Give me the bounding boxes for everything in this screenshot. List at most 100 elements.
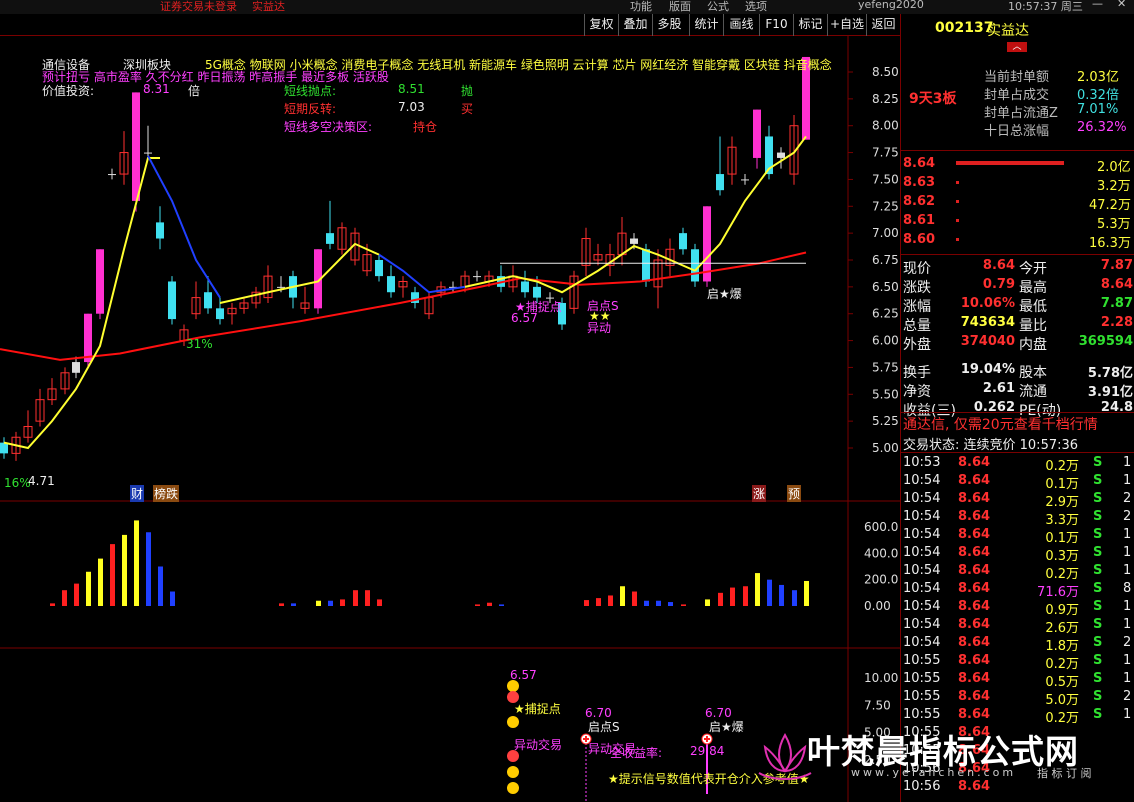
watermark-tag: 指 标 订 阅 bbox=[1037, 767, 1092, 780]
menu-function[interactable]: 功能 bbox=[630, 0, 652, 14]
candle-body bbox=[144, 152, 152, 154]
button-multi[interactable]: 多股 bbox=[652, 14, 686, 36]
tick-time: 10:55 bbox=[903, 653, 941, 668]
volume-bar bbox=[50, 603, 55, 606]
button-back[interactable]: 返回 bbox=[866, 14, 900, 36]
ten-day-label: 十日总涨幅 bbox=[984, 124, 1050, 139]
limit-up-badge[interactable]: 涨 bbox=[752, 485, 767, 502]
volume-bar bbox=[487, 602, 492, 606]
emoji-marker-icon bbox=[507, 782, 519, 794]
stat-label: 总量 bbox=[903, 318, 931, 334]
candle-body bbox=[108, 174, 116, 176]
stat-value: 10.06% bbox=[960, 296, 1015, 311]
button-draw[interactable]: 画线 bbox=[723, 14, 759, 36]
stats-row: 现价 8.64 今开 7.87 bbox=[901, 258, 1134, 277]
candle-body bbox=[473, 276, 481, 278]
close-icon[interactable]: ✕ bbox=[1117, 0, 1126, 10]
top-price-label: 8.31 bbox=[143, 82, 170, 96]
tick-price: 8.64 bbox=[958, 617, 991, 632]
seal-float-value: 7.01% bbox=[1077, 102, 1119, 117]
promo-banner[interactable]: 通达信, 仅需20元查看千档行情 bbox=[903, 414, 1098, 434]
volume-bar bbox=[134, 520, 139, 606]
menu-formula[interactable]: 公式 bbox=[707, 0, 729, 14]
candle-body bbox=[387, 276, 395, 293]
volume-bar bbox=[365, 590, 370, 606]
button-overlay[interactable]: 叠加 bbox=[618, 14, 652, 36]
tick-count: 1 bbox=[1123, 455, 1132, 470]
tick-count: 8 bbox=[1123, 581, 1132, 596]
price-tick-label: 6.00 bbox=[872, 334, 899, 348]
sub-profit-value: 29.84 bbox=[690, 744, 725, 758]
bid4-price: 8.61 bbox=[903, 213, 936, 228]
signal-sell-action: 抛 bbox=[461, 84, 474, 98]
tick-volume: 0.1万 bbox=[1045, 531, 1079, 546]
volume-bar bbox=[656, 600, 661, 606]
login-warning: 证券交易未登录 bbox=[160, 0, 237, 13]
sub-qidian-label: 启点S bbox=[588, 720, 620, 734]
stats-row: 涨幅 10.06% 最低 7.87 bbox=[901, 296, 1134, 315]
kline-chart[interactable]: 8.50 8.25 8.00 7.75 7.50 7.25 7.00 6.75 6.50 6.25… bbox=[0, 36, 900, 802]
stock-code: 002137 bbox=[935, 20, 994, 36]
quote-panel: 002137 实益达 ︿ 9天3板 当前封单额 2.03亿 封单占成交 0.32倍 … bbox=[900, 14, 1134, 802]
finance-badge[interactable]: 财 bbox=[130, 485, 145, 502]
price-tick-label: 6.25 bbox=[872, 307, 899, 321]
tick-side: S bbox=[1093, 455, 1103, 470]
tick-volume: 0.2万 bbox=[1045, 657, 1079, 672]
button-fuquan[interactable]: 复权 bbox=[584, 14, 618, 36]
stat-value: 2.61 bbox=[982, 381, 1015, 396]
ten-day-value: 26.32% bbox=[1077, 120, 1127, 135]
button-add-watch[interactable]: +自选 bbox=[827, 14, 866, 36]
tick-time: 10:54 bbox=[903, 581, 941, 596]
value-invest-label: 价值投资: bbox=[42, 84, 95, 98]
tick-price: 8.64 bbox=[958, 689, 991, 704]
tick-row: 10:55 8.64 5.0万 S 2 bbox=[901, 689, 1134, 708]
button-f10[interactable]: F10 bbox=[759, 14, 793, 36]
candle-body bbox=[204, 292, 212, 309]
tick-count: 2 bbox=[1123, 635, 1132, 650]
candle-body bbox=[716, 174, 724, 191]
volume-bar bbox=[743, 586, 748, 606]
forecast-badge[interactable]: 预 bbox=[787, 485, 802, 502]
tick-row: 10:54 8.64 0.2万 S 1 bbox=[901, 563, 1134, 582]
sub-p1: 6.57 bbox=[510, 668, 537, 682]
price-tick-label: 7.75 bbox=[872, 146, 899, 160]
tick-volume: 0.9万 bbox=[1045, 603, 1079, 618]
collapse-icon[interactable]: ︿ bbox=[1007, 42, 1027, 52]
volume-bar bbox=[328, 600, 333, 606]
tick-row: 10:54 8.64 2.6万 S 1 bbox=[901, 617, 1134, 636]
tick-side: S bbox=[1093, 491, 1103, 506]
stats-row: 换手 19.04% 股本 5.78亿 bbox=[901, 362, 1134, 381]
price-tick-label: 8.00 bbox=[872, 119, 899, 133]
sub-profit-label: 全收益率: bbox=[610, 746, 663, 760]
volume-bar bbox=[86, 571, 91, 606]
tick-side: S bbox=[1093, 617, 1103, 632]
menu-options[interactable]: 选项 bbox=[745, 0, 767, 14]
tick-volume: 5.0万 bbox=[1045, 693, 1079, 708]
indicator-tick-label: 7.50 bbox=[864, 698, 891, 712]
stat-label: 股本 bbox=[1019, 365, 1047, 381]
button-stats[interactable]: 统计 bbox=[689, 14, 723, 36]
emoji-marker-icon bbox=[507, 766, 519, 778]
candle-body bbox=[642, 249, 650, 282]
stat-value: 369594 bbox=[1078, 334, 1133, 349]
tick-row: 10:54 8.64 3.3万 S 2 bbox=[901, 509, 1134, 528]
ranking-badge[interactable]: 榜跌 bbox=[153, 485, 180, 502]
tick-count: 1 bbox=[1123, 527, 1132, 542]
candle-body bbox=[84, 313, 92, 363]
menu-layout[interactable]: 版面 bbox=[669, 0, 691, 14]
stat-label: 量比 bbox=[1019, 318, 1047, 334]
tick-volume: 0.5万 bbox=[1045, 675, 1079, 690]
button-mark[interactable]: 标记 bbox=[793, 14, 827, 36]
volume-bar bbox=[158, 566, 163, 606]
tick-row: 10:54 8.64 0.1万 S 1 bbox=[901, 473, 1134, 492]
price-tick-label: 5.00 bbox=[872, 441, 899, 455]
price-tick-label: 8.25 bbox=[872, 92, 899, 106]
volume-bar bbox=[681, 604, 686, 606]
trade-status: 交易状态: 连续竞价 10:57:36 bbox=[903, 438, 1079, 453]
tick-row: 10:53 8.64 0.2万 S 1 bbox=[901, 455, 1134, 474]
minimize-icon[interactable]: — bbox=[1092, 0, 1103, 10]
stock-title: 实益达 bbox=[252, 0, 285, 13]
tick-time: 10:54 bbox=[903, 635, 941, 650]
price-tick-label: 7.25 bbox=[872, 199, 899, 213]
tick-price: 8.64 bbox=[958, 563, 991, 578]
